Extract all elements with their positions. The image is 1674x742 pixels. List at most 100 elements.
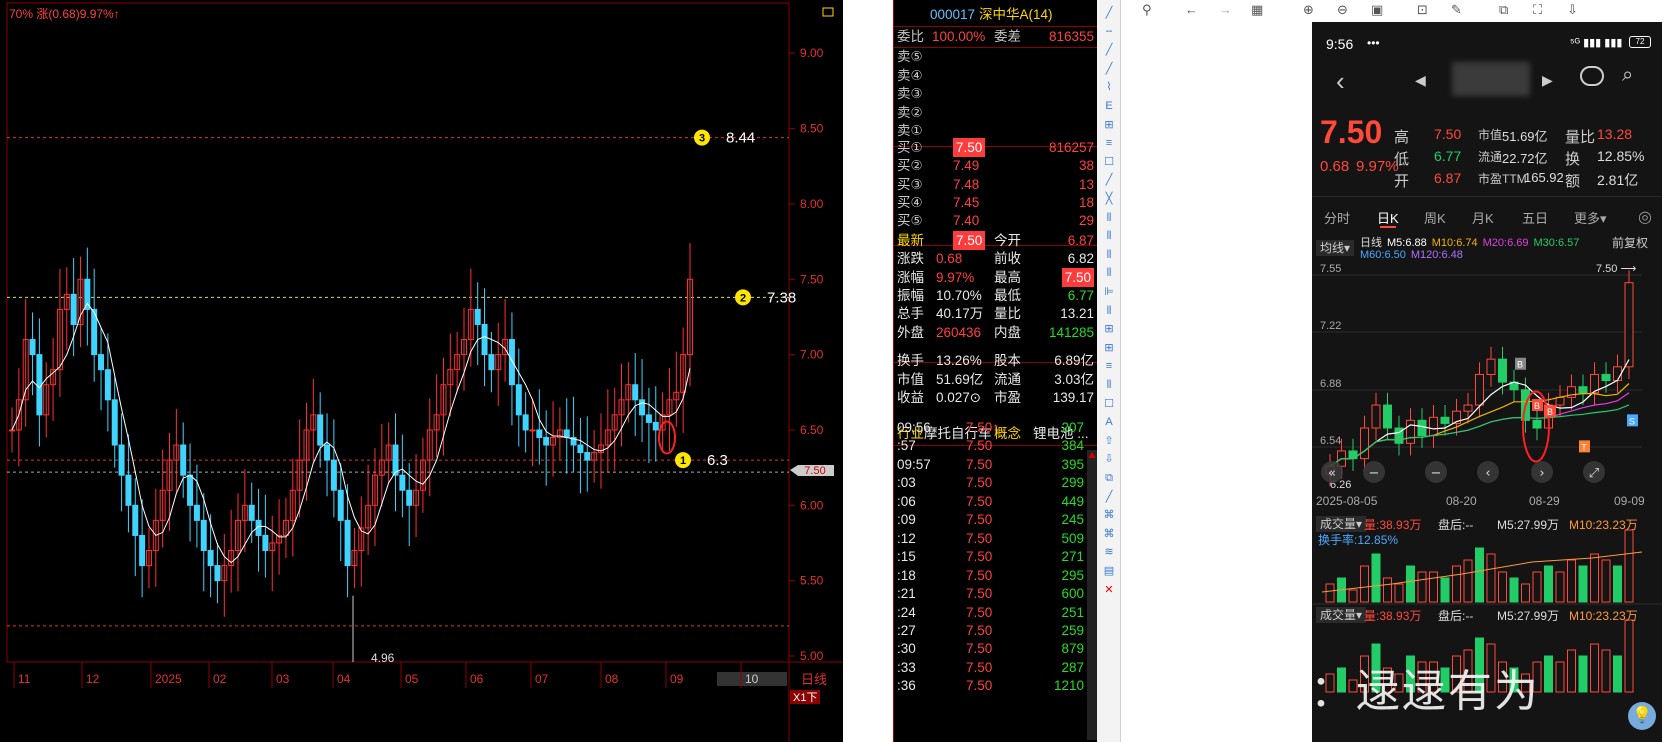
crop-icon[interactable]: ⊡ — [1417, 2, 1428, 18]
info-cell: 开 — [1394, 173, 1410, 190]
draw-tool-icon[interactable]: ⦀ — [1101, 229, 1117, 243]
draw-tool-icon[interactable]: ≋ — [1101, 545, 1117, 559]
chart-nav-glyph: − — [1431, 466, 1442, 481]
draw-tool-icon[interactable]: ⇧ — [1101, 434, 1117, 448]
settings-box-icon[interactable] — [822, 7, 834, 17]
back-icon[interactable]: ‹ — [1336, 66, 1345, 97]
fuquan-select[interactable]: 前复权 — [1612, 234, 1648, 251]
draw-tool-icon[interactable]: ⦀ — [1101, 211, 1117, 225]
month-label: 05 — [405, 672, 419, 686]
draw-tool-icon[interactable]: ⊫ — [1101, 285, 1117, 299]
sell-row: 卖② — [897, 104, 923, 120]
candle-body — [207, 550, 214, 567]
stat-row: 外盘 260436 内盘 141285 — [897, 324, 1094, 340]
draw-tool-icon[interactable]: ╱ — [1101, 490, 1117, 504]
candle-body — [84, 278, 91, 310]
date-label: 2025-08-05 — [1316, 494, 1378, 508]
robot-icon[interactable] — [1580, 66, 1604, 86]
draw-tool-icon[interactable]: ▤ — [1101, 564, 1117, 578]
tick-row: :12 7.50 509 — [897, 530, 1084, 546]
draw-tool-icon[interactable]: ⌘ — [1101, 527, 1117, 541]
candle-body — [193, 504, 200, 521]
draw-tool-icon[interactable]: Ε — [1101, 99, 1117, 113]
draw-tool-icon[interactable]: ⦀ — [1101, 266, 1117, 280]
phone-candle-body — [1463, 404, 1473, 412]
draw-tool-icon[interactable]: ⌘ — [1101, 508, 1117, 522]
candle-body — [324, 444, 331, 461]
draw-tool-icon[interactable]: ⦀ — [1101, 304, 1117, 318]
draw-tool-icon[interactable]: ⊞ — [1101, 118, 1117, 132]
draw-tool-icon[interactable]: ⇩ — [1101, 452, 1117, 466]
forward-arrow-icon[interactable]: → — [1219, 2, 1232, 17]
draw-tool-icon[interactable]: ╱ — [1101, 173, 1117, 187]
scroll-up-icon[interactable] — [1088, 452, 1096, 458]
draw-tool-icon[interactable]: ╌ — [1101, 25, 1117, 39]
kline-chart-panel[interactable]: 13.0012.5012.0011.5011.0010.5010.009.509… — [0, 0, 843, 742]
draw-tool-icon[interactable]: ☐ — [1101, 397, 1117, 411]
candle-body — [577, 444, 584, 454]
volume-select-2[interactable]: 成交量▾ — [1316, 607, 1367, 623]
fit-icon[interactable]: ▣ — [1371, 2, 1383, 18]
close-drawing-icon[interactable]: ✕ — [1101, 583, 1117, 597]
tab-2[interactable]: 周K — [1424, 208, 1446, 227]
tab-4[interactable]: 五日 — [1522, 208, 1548, 227]
watermark: 雪球：逯逯有为 — [1218, 666, 1540, 717]
draw-tool-icon[interactable]: A — [1101, 415, 1117, 429]
volume-select[interactable]: 成交量▾ — [1316, 516, 1367, 532]
stock-name-blurred — [1452, 62, 1530, 96]
pin-icon[interactable]: ⚲ — [1142, 2, 1152, 18]
candle-body — [70, 293, 77, 325]
tick-row: 09:57 7.50 395 — [897, 456, 1084, 472]
tab-0[interactable]: 分时 — [1324, 208, 1350, 227]
copy-icon[interactable]: ⧉ — [1499, 2, 1508, 18]
annotation-value: 7.38 — [767, 289, 796, 306]
phone-vol-bar — [1578, 655, 1588, 693]
candle-body — [645, 414, 652, 423]
save-icon[interactable]: ⇩ — [1567, 2, 1578, 18]
draw-tool-icon[interactable]: ╱ — [1101, 6, 1117, 20]
kline-chart[interactable]: 13.0012.5012.0011.5011.0010.5010.009.509… — [0, 0, 843, 742]
zoom-in-icon[interactable]: ⊕ — [1303, 2, 1314, 18]
low-label: 4.96 — [371, 651, 395, 665]
zoom-out-icon[interactable]: ⊖ — [1337, 2, 1348, 18]
y-label: 7.22 — [1320, 320, 1341, 332]
candle-body — [98, 354, 105, 371]
price-label: 9.00 — [800, 46, 824, 60]
draw-tool-icon[interactable]: ☐ — [1101, 155, 1117, 169]
phone-vol-bar — [1406, 565, 1415, 603]
prev-stock-icon[interactable]: ◀ — [1415, 72, 1426, 89]
month-label: 06 — [470, 672, 484, 686]
edit-icon[interactable]: ✎ — [1451, 2, 1462, 18]
scan-icon[interactable]: ⛶ — [1533, 2, 1542, 18]
draw-tool-icon[interactable]: ╳ — [1101, 192, 1117, 206]
draw-tool-icon[interactable]: ⦀ — [1101, 378, 1117, 392]
draw-tool-icon[interactable]: ⊞ — [1101, 341, 1117, 355]
settings-icon[interactable]: ◎ — [1638, 207, 1652, 227]
draw-tool-icon[interactable]: ⦀ — [1101, 248, 1117, 262]
stat2-row: 换手 13.26% 股本 6.89亿 — [897, 353, 1094, 368]
phone-vol-bar — [1417, 571, 1427, 603]
buy-row: 买④ 7.45 18 — [897, 194, 1094, 210]
ma-select[interactable]: 均线▾ — [1316, 240, 1355, 256]
tick-scrollbar[interactable] — [1087, 450, 1097, 740]
draw-tool-icon[interactable]: ⊞ — [1101, 322, 1117, 336]
info-cell: 13.28 — [1597, 126, 1633, 142]
current-price-text: 7.50 — [804, 465, 825, 477]
lightbulb-icon[interactable]: 💡 — [1628, 702, 1656, 730]
back-arrow-icon[interactable]: ← — [1185, 2, 1198, 17]
tab-3[interactable]: 月K — [1472, 208, 1494, 227]
sell-row: 卖③ — [897, 86, 923, 101]
tab-1[interactable]: 日K — [1377, 208, 1399, 227]
draw-tool-icon[interactable]: ⧉ — [1101, 471, 1117, 485]
month-label: 07 — [535, 672, 549, 686]
draw-tool-icon[interactable]: ≡ — [1101, 136, 1117, 150]
candle-body — [337, 489, 344, 521]
draw-tool-icon[interactable]: ≡ — [1101, 359, 1117, 373]
next-stock-icon[interactable]: ▶ — [1542, 72, 1553, 89]
draw-tool-icon[interactable]: ╱ — [1101, 62, 1117, 76]
grid-icon[interactable]: ▦ — [1251, 2, 1263, 18]
search-icon[interactable]: ⌕ — [1622, 64, 1633, 87]
draw-tool-icon[interactable]: ⌇ — [1101, 80, 1117, 94]
tab-5[interactable]: 更多▾ — [1574, 208, 1607, 227]
draw-tool-icon[interactable]: ╱ — [1101, 43, 1117, 57]
